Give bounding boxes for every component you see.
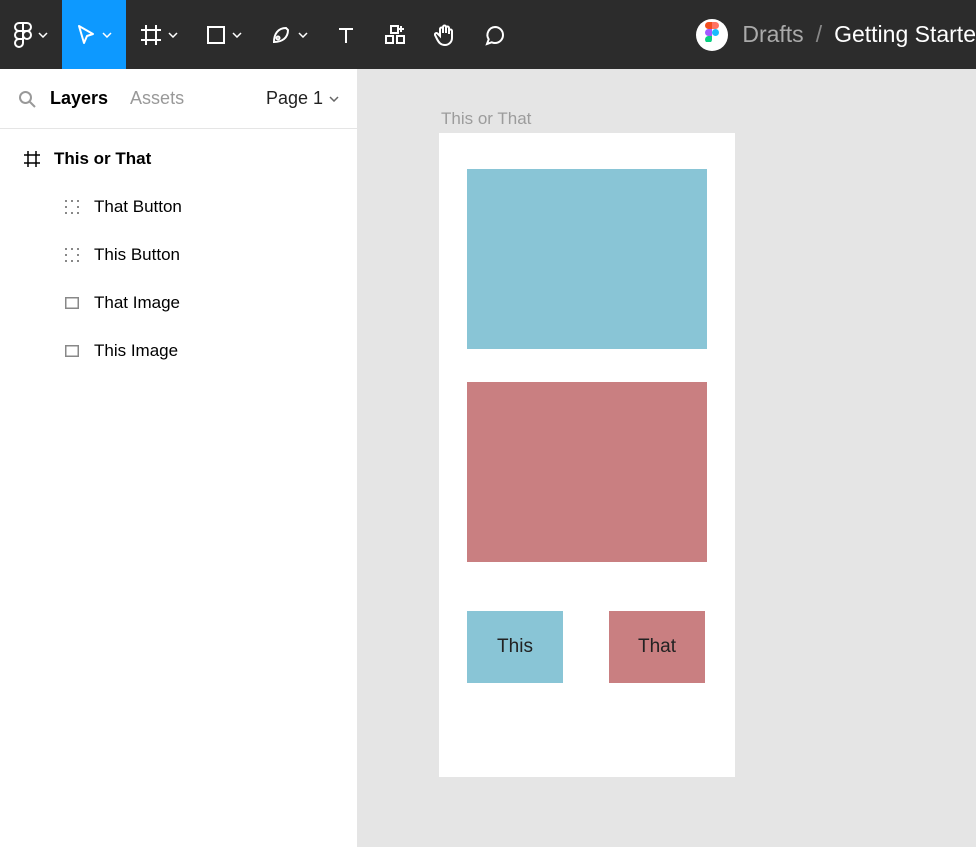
chevron-down-icon — [102, 32, 112, 38]
frame-label[interactable]: This or That — [441, 109, 531, 129]
shape-tool[interactable] — [192, 0, 256, 69]
layer-label: That Button — [94, 197, 182, 217]
resources-icon — [384, 24, 406, 46]
group-icon — [62, 248, 82, 262]
figma-color-icon — [705, 22, 719, 47]
layer-row-frame[interactable]: This or That — [0, 135, 357, 183]
user-avatar[interactable] — [696, 19, 728, 51]
canvas-that-button[interactable]: That — [609, 611, 705, 683]
page-picker-label: Page 1 — [266, 88, 323, 109]
breadcrumb-file[interactable]: Getting Starte — [834, 21, 976, 48]
frame-icon — [140, 24, 162, 46]
chevron-down-icon — [38, 32, 48, 38]
breadcrumb-drafts[interactable]: Drafts — [742, 21, 803, 48]
breadcrumb-separator: / — [816, 21, 822, 48]
chevron-down-icon — [298, 32, 308, 38]
pen-icon — [270, 24, 292, 46]
text-tool[interactable] — [322, 0, 370, 69]
tab-assets[interactable]: Assets — [130, 88, 184, 109]
frame-this-or-that[interactable]: This That — [439, 133, 735, 777]
resources-tool[interactable] — [370, 0, 420, 69]
layer-label: This Image — [94, 341, 178, 361]
left-sidebar: Layers Assets Page 1 This or That That B… — [0, 69, 358, 847]
top-toolbar: Drafts / Getting Starte — [0, 0, 976, 69]
page-picker[interactable]: Page 1 — [266, 88, 339, 109]
group-icon — [62, 200, 82, 214]
sidebar-header: Layers Assets Page 1 — [0, 69, 357, 129]
rectangle-icon — [62, 345, 82, 357]
chevron-down-icon — [168, 32, 178, 38]
chevron-down-icon — [329, 96, 339, 102]
button-label: That — [638, 636, 676, 658]
pen-tool[interactable] — [256, 0, 322, 69]
figma-logo-icon — [14, 22, 32, 48]
layer-label: That Image — [94, 293, 180, 313]
tab-layers[interactable]: Layers — [50, 88, 108, 109]
layer-row-this-image[interactable]: This Image — [0, 327, 357, 375]
layer-label: This or That — [54, 149, 151, 169]
hand-tool[interactable] — [420, 0, 470, 69]
text-icon — [336, 25, 356, 45]
breadcrumb: Drafts / Getting Starte — [742, 21, 976, 48]
canvas-this-image[interactable] — [467, 169, 707, 349]
frame-icon — [22, 151, 42, 167]
chevron-down-icon — [232, 32, 242, 38]
menu-button[interactable] — [0, 0, 62, 69]
layer-label: This Button — [94, 245, 180, 265]
canvas-this-button[interactable]: This — [467, 611, 563, 683]
layer-row-this-button[interactable]: This Button — [0, 231, 357, 279]
move-tool[interactable] — [62, 0, 126, 69]
layer-row-that-image[interactable]: That Image — [0, 279, 357, 327]
layer-row-that-button[interactable]: That Button — [0, 183, 357, 231]
search-icon[interactable] — [18, 90, 36, 108]
comment-tool[interactable] — [470, 0, 520, 69]
canvas-that-image[interactable] — [467, 382, 707, 562]
rectangle-icon — [206, 25, 226, 45]
cursor-icon — [76, 24, 96, 46]
canvas[interactable]: This or That This That — [358, 69, 976, 847]
button-label: This — [497, 636, 533, 658]
layer-tree: This or That That Button This Button Tha… — [0, 129, 357, 381]
frame-tool[interactable] — [126, 0, 192, 69]
rectangle-icon — [62, 297, 82, 309]
comment-icon — [484, 24, 506, 46]
hand-icon — [434, 23, 456, 47]
